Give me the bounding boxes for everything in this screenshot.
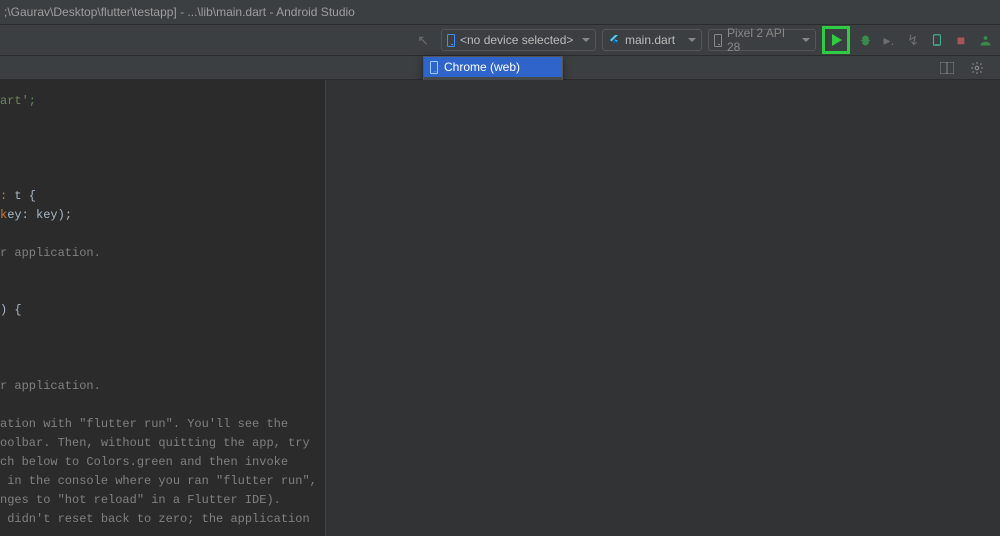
flutter-icon	[608, 34, 620, 46]
device-icon	[714, 34, 722, 47]
device-selector-label: <no device selected>	[460, 33, 577, 47]
main-toolbar: ↖ <no device selected> main.dart Pixel 2…	[0, 25, 1000, 56]
coverage-button[interactable]: ▸.	[880, 31, 898, 49]
window-title: ;\Gaurav\Desktop\flutter\testapp] - ...\…	[4, 5, 355, 19]
play-icon	[832, 34, 842, 46]
secondary-panel	[325, 80, 1000, 536]
window-titlebar: ;\Gaurav\Desktop\flutter\testapp] - ...\…	[0, 0, 1000, 25]
code-editor[interactable]: art'; : t { key: key); r application. ) …	[0, 80, 325, 536]
run-button[interactable]	[822, 26, 850, 54]
editor-area: art'; : t { key: key); r application. ) …	[0, 80, 1000, 536]
settings-gear-icon[interactable]	[968, 59, 986, 77]
phone-icon	[430, 61, 438, 74]
toolbar-group-run: ↖ <no device selected> main.dart Pixel 2…	[417, 26, 994, 54]
split-right-icon[interactable]	[938, 59, 956, 77]
chevron-down-icon	[582, 38, 590, 42]
run-config-label: main.dart	[625, 33, 683, 47]
device-option-chrome[interactable]: Chrome (web)	[424, 57, 562, 77]
chevron-down-icon	[688, 38, 696, 42]
profile-button[interactable]: ↯	[904, 31, 922, 49]
avd-selector-dropdown[interactable]: Pixel 2 API 28	[708, 29, 816, 51]
device-selector-dropdown[interactable]: <no device selected>	[441, 29, 596, 51]
chevron-down-icon	[802, 38, 810, 42]
avd-label: Pixel 2 API 28	[727, 26, 797, 54]
avd-manager-button[interactable]	[976, 31, 994, 49]
attach-debugger-button[interactable]	[928, 31, 946, 49]
stop-button[interactable]: ■	[952, 31, 970, 49]
run-config-dropdown[interactable]: main.dart	[602, 29, 702, 51]
debug-button[interactable]	[856, 31, 874, 49]
phone-icon	[447, 34, 455, 47]
device-option-label: Chrome (web)	[444, 60, 520, 74]
build-hammer-icon[interactable]: ↖	[417, 32, 429, 49]
